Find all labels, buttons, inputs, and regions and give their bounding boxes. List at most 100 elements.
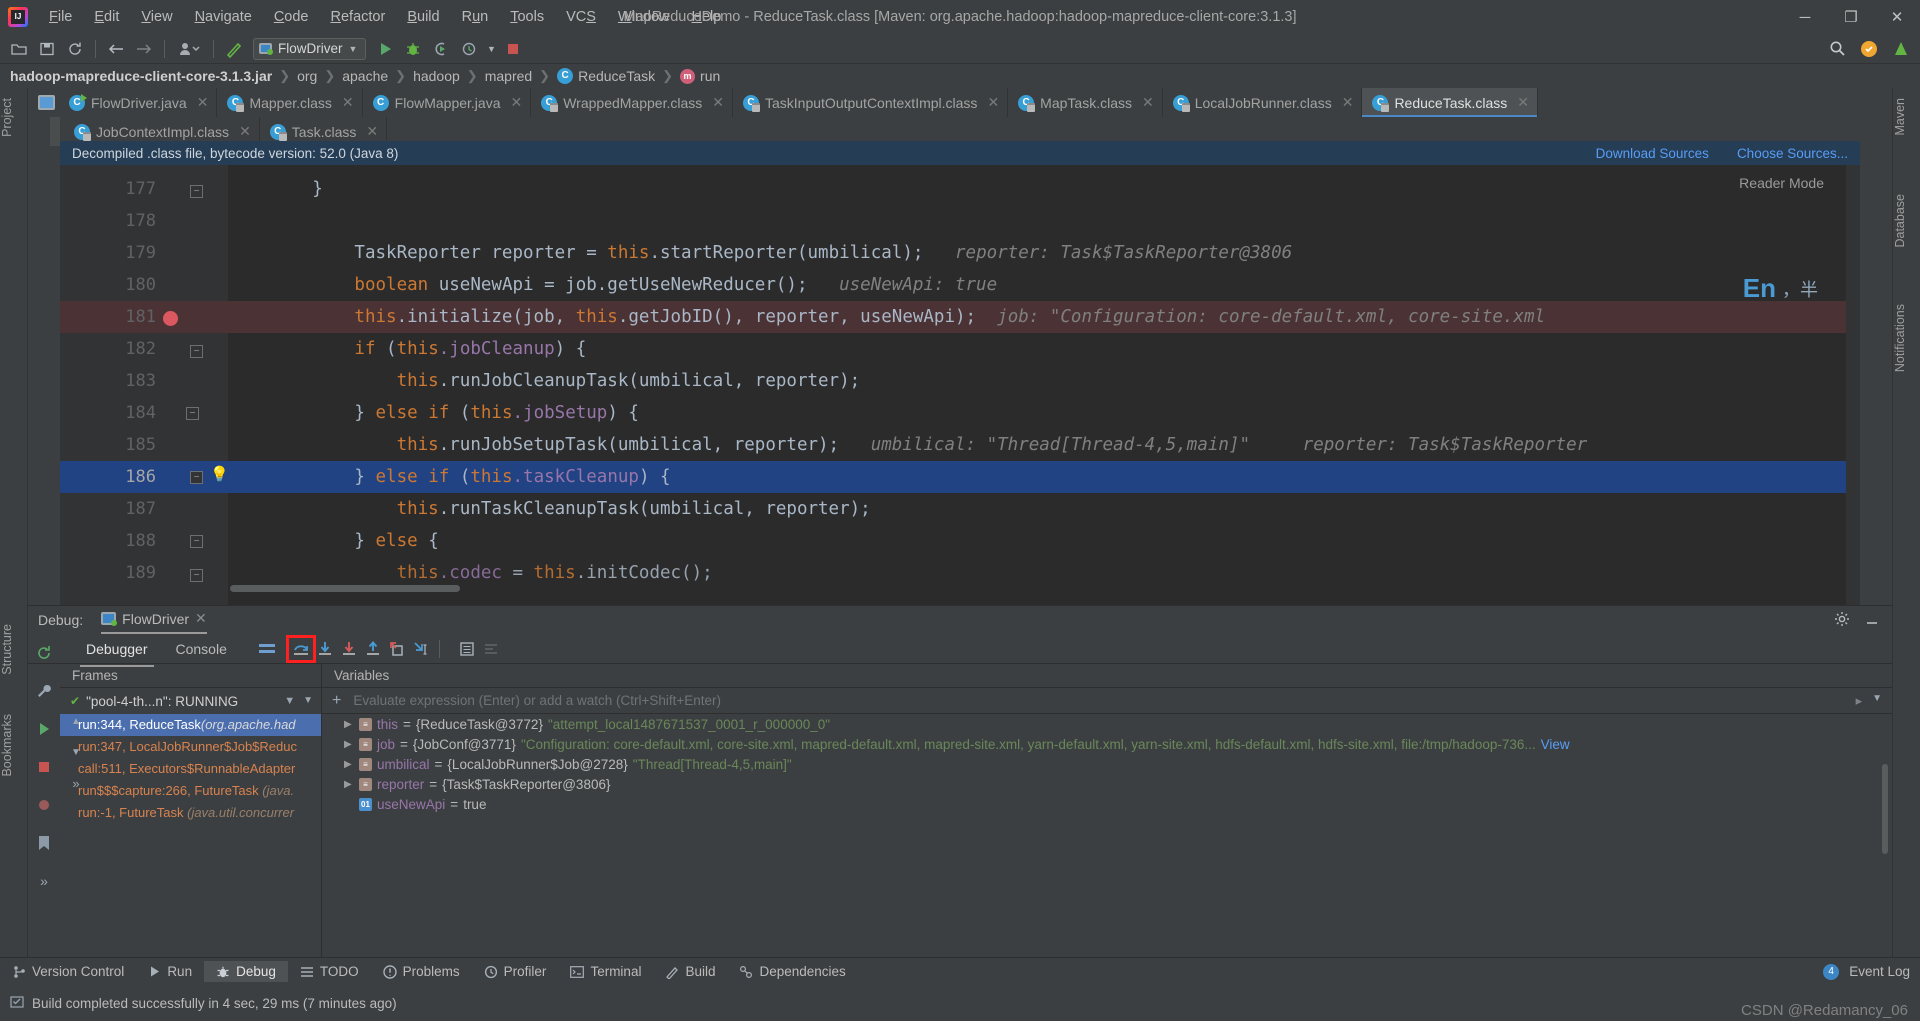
toolwindow-dependencies[interactable]: Dependencies	[727, 961, 857, 982]
open-folder-icon[interactable]	[6, 37, 32, 61]
drop-frame-icon[interactable]	[385, 638, 409, 660]
breadcrumb-item-hadoop[interactable]: hadoop	[413, 68, 460, 84]
menu-navigate[interactable]: Navigate	[184, 5, 263, 29]
stop-icon[interactable]	[500, 37, 526, 61]
toolwindow-run[interactable]: Run	[136, 961, 204, 982]
more-actions-icon[interactable]: »	[32, 870, 56, 892]
menu-refactor[interactable]: Refactor	[320, 5, 397, 29]
reader-mode-label[interactable]: Reader Mode	[1739, 175, 1824, 191]
frame-row[interactable]: run:347, LocalJobRunner$Job$Reduc	[60, 736, 321, 758]
chevron-right-icon[interactable]: ▶	[344, 759, 354, 770]
menu-build[interactable]: Build	[396, 5, 450, 29]
profiler-dropdown-icon[interactable]: ▼	[484, 37, 498, 61]
toolwindow-terminal[interactable]: Terminal	[558, 961, 653, 982]
tab-flowdriver-java[interactable]: C FlowDriver.java ✕	[59, 88, 218, 117]
run-with-coverage-icon[interactable]	[428, 37, 454, 61]
debug-session-tab[interactable]: FlowDriver ✕	[101, 610, 207, 634]
menu-file[interactable]: File	[38, 5, 83, 29]
chevron-right-icon[interactable]: ▶	[344, 779, 354, 790]
toolwindow-profiler[interactable]: Profiler	[472, 961, 559, 982]
evaluate-expression-input[interactable]: Evaluate expression (Enter) or add a wat…	[353, 691, 1847, 711]
run-to-cursor-icon[interactable]	[409, 638, 433, 660]
tab-wrappedmapper-class[interactable]: C WrappedMapper.class ✕	[531, 88, 733, 117]
settings-wrench-icon[interactable]	[32, 680, 56, 702]
frame-row[interactable]: run:-1, FutureTask (java.util.concurrer	[60, 802, 321, 824]
updates-icon[interactable]	[1888, 37, 1914, 61]
event-log-label[interactable]: Event Log	[1849, 964, 1910, 979]
tab-maptask-class[interactable]: C MapTask.class ✕	[1008, 88, 1163, 117]
frame-up-icon[interactable]: ▲	[64, 710, 88, 732]
breadcrumb-item-class[interactable]: ReduceTask	[578, 68, 655, 84]
tab-close-icon[interactable]: ✕	[1517, 94, 1529, 111]
build-icon[interactable]	[221, 37, 247, 61]
stop-session-icon[interactable]	[32, 756, 56, 778]
menu-edit[interactable]: Edit	[83, 5, 130, 29]
toolwindow-problems[interactable]: Problems	[371, 961, 472, 982]
evaluate-icon[interactable]	[455, 638, 479, 660]
frame-row[interactable]: call:511, Executors$RunnableAdapter	[60, 758, 321, 780]
save-icon[interactable]	[34, 37, 60, 61]
variable-row-job[interactable]: ▶ ≡ job = {JobConf@3771} "Configuration:…	[322, 734, 1892, 754]
tab-debugger[interactable]: Debugger	[72, 637, 162, 667]
breadcrumb-item-jar[interactable]: hadoop-mapreduce-client-core-3.1.3.jar	[10, 68, 272, 84]
watch-expand-icon[interactable]: ▼	[1872, 693, 1882, 709]
breadcrumb-item-apache[interactable]: apache	[342, 68, 388, 84]
stripe-bookmarks[interactable]: Bookmarks	[0, 708, 28, 783]
settings-list-icon[interactable]	[479, 638, 503, 660]
tab-console[interactable]: Console	[162, 637, 241, 661]
editor-horizontal-scrollbar[interactable]	[230, 585, 460, 592]
variable-row-umbilical[interactable]: ▶ ≡ umbilical = {LocalJobRunner$Job@2728…	[322, 754, 1892, 774]
menu-window[interactable]: Window	[607, 5, 681, 29]
mute-breakpoints-icon[interactable]	[32, 794, 56, 816]
menu-tools[interactable]: Tools	[499, 5, 555, 29]
tab-close-icon[interactable]: ✕	[1142, 94, 1154, 111]
menu-code[interactable]: Code	[263, 5, 320, 29]
gear-icon[interactable]	[1834, 611, 1850, 630]
toolwindow-debug[interactable]: Debug	[204, 961, 288, 982]
stripe-database[interactable]: Database	[1893, 188, 1920, 254]
profiler-icon[interactable]	[456, 37, 482, 61]
minimize-icon[interactable]	[1864, 611, 1880, 630]
tab-close-icon[interactable]: ✕	[1342, 94, 1354, 111]
breadcrumb-item-org[interactable]: org	[297, 68, 317, 84]
stripe-project[interactable]: Project	[0, 92, 28, 143]
thread-selector[interactable]: ✔ "pool-4-th...n": RUNNING ▼ ▼	[60, 688, 321, 714]
tab-mapper-class[interactable]: C Mapper.class ✕	[217, 88, 363, 117]
view-breakpoints-icon[interactable]	[32, 832, 56, 854]
tab-reducetask-class[interactable]: C ReduceTask.class ✕	[1362, 88, 1538, 117]
chevron-right-icon[interactable]: ▶	[344, 739, 354, 750]
tab-close-icon[interactable]: ✕	[197, 94, 209, 111]
search-icon[interactable]	[1824, 37, 1850, 61]
step-over-icon[interactable]	[285, 634, 316, 663]
variable-view-link[interactable]: View	[1541, 737, 1570, 752]
watch-run-icon[interactable]: ▸	[1856, 693, 1863, 709]
toolwindow-build[interactable]: Build	[653, 961, 727, 982]
menu-vcs[interactable]: VCS	[555, 5, 607, 29]
tab-close-icon[interactable]: ✕	[366, 123, 378, 140]
tab-close-icon[interactable]: ✕	[987, 94, 999, 111]
editor-scrollbar-track[interactable]	[1846, 165, 1860, 605]
filter-icon[interactable]: ▼	[284, 695, 295, 707]
tab-flowmapper-java[interactable]: C FlowMapper.java ✕	[362, 88, 532, 117]
menu-run[interactable]: Run	[451, 5, 500, 29]
intention-bulb-icon[interactable]: 💡	[210, 465, 229, 483]
stripe-notifications[interactable]: Notifications	[1893, 298, 1920, 378]
tab-close-icon[interactable]: ✕	[239, 123, 251, 140]
menu-help[interactable]: Help	[680, 5, 732, 29]
run-icon[interactable]	[372, 37, 398, 61]
fold-marker-icon[interactable]: −	[186, 407, 199, 420]
breadcrumb-item-method[interactable]: run	[700, 68, 720, 84]
variable-row-usenewapi[interactable]: 01 useNewApi = true	[322, 794, 1892, 814]
tab-close-icon[interactable]: ✕	[342, 94, 354, 111]
resume-icon[interactable]	[32, 718, 56, 740]
fold-marker-icon[interactable]: −	[190, 185, 203, 198]
breakpoint-icon[interactable]	[163, 311, 178, 326]
add-watch-icon[interactable]: +	[328, 692, 345, 710]
step-into-icon[interactable]	[313, 638, 337, 660]
chevron-right-icon[interactable]: ▶	[344, 719, 354, 730]
code-text-area[interactable]: } TaskReporter reporter = this.startRepo…	[228, 165, 1860, 605]
sync-icon[interactable]	[62, 37, 88, 61]
back-icon[interactable]	[103, 37, 129, 61]
notifications-icon[interactable]	[1856, 37, 1882, 61]
step-out-icon[interactable]	[361, 638, 385, 660]
